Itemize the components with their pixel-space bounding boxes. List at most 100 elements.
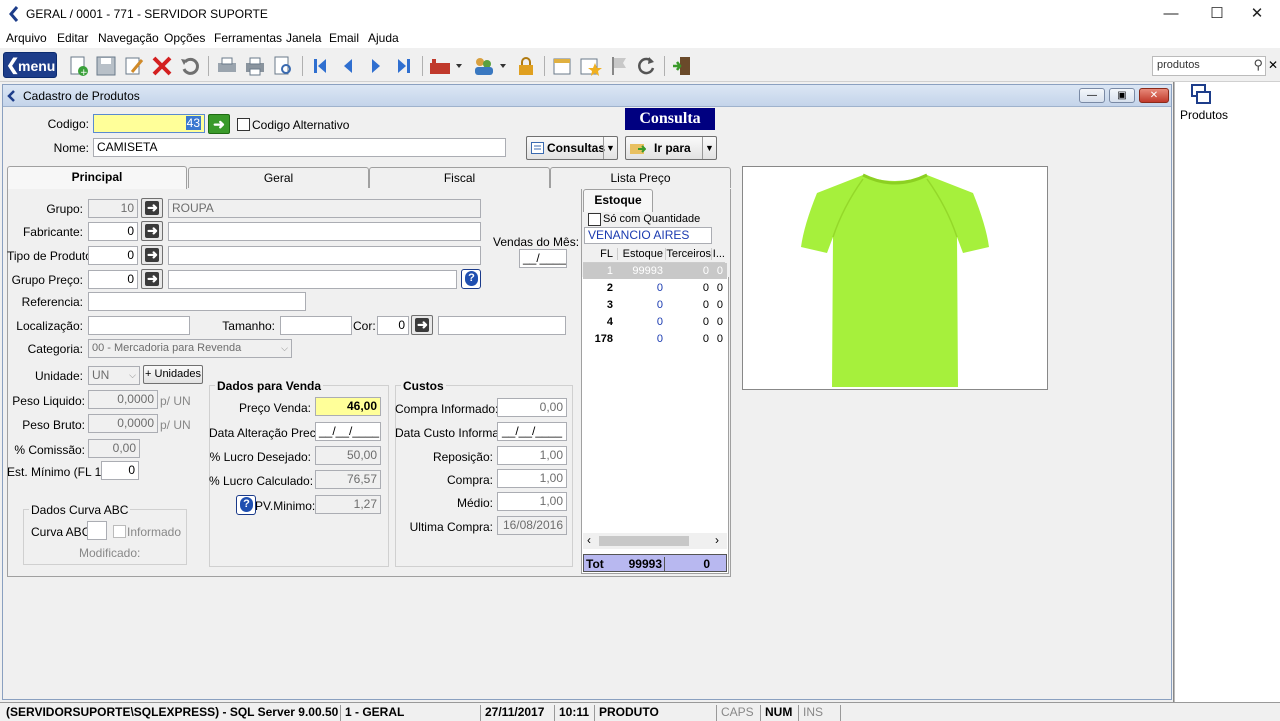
- codigo-alternativo-checkbox[interactable]: [237, 118, 250, 131]
- new-record-icon[interactable]: +: [66, 54, 90, 78]
- tab-geral[interactable]: Geral: [188, 167, 369, 188]
- produtos-label[interactable]: Produtos: [1180, 108, 1228, 122]
- grupo-preco-code-input[interactable]: 0: [88, 270, 138, 289]
- reposicao-input[interactable]: 1,00: [497, 446, 567, 465]
- ir-para-dropdown-icon[interactable]: ▼: [702, 137, 716, 159]
- minimize-button[interactable]: —: [1148, 2, 1194, 26]
- consultas-dropdown-icon[interactable]: ▼: [603, 137, 617, 159]
- windows-icon[interactable]: [1191, 84, 1213, 106]
- menu-ajuda[interactable]: Ajuda: [368, 31, 399, 45]
- categoria-select[interactable]: 00 - Mercadoria para Revenda ⌵: [88, 339, 292, 358]
- undo-icon[interactable]: [178, 54, 202, 78]
- grupo-code-input[interactable]: 10: [88, 199, 138, 218]
- close-button[interactable]: ✕: [1234, 2, 1280, 26]
- fabricante-code-input[interactable]: 0: [88, 222, 138, 241]
- print-icon[interactable]: [243, 54, 267, 78]
- tab-principal[interactable]: Principal: [7, 166, 187, 189]
- col-fl[interactable]: FL: [583, 248, 613, 260]
- curva-abc-input[interactable]: [87, 521, 107, 540]
- menu-janela[interactable]: Janela: [286, 31, 321, 45]
- col-terceiros[interactable]: Terceiros: [665, 248, 711, 260]
- preco-venda-input[interactable]: 46,00: [315, 397, 381, 416]
- scroll-left-icon[interactable]: ‹: [587, 533, 591, 547]
- first-record-icon[interactable]: [308, 54, 332, 78]
- tab-lista-preco[interactable]: Lista Preço: [550, 167, 731, 188]
- menu-editar[interactable]: Editar: [57, 31, 88, 45]
- save-icon[interactable]: [94, 54, 118, 78]
- notes-icon[interactable]: [550, 54, 574, 78]
- table-row[interactable]: 178 0 0 0: [583, 331, 727, 347]
- lock-icon[interactable]: [514, 54, 538, 78]
- codigo-input[interactable]: 43: [93, 114, 205, 133]
- compra-informado-input[interactable]: 0,00: [497, 398, 567, 417]
- unidades-button[interactable]: + Unidades: [143, 365, 203, 384]
- company-icon[interactable]: [428, 54, 464, 78]
- consultas-button[interactable]: Consultas ▼: [526, 136, 618, 160]
- cor-code-input[interactable]: 0: [377, 316, 409, 335]
- delete-icon[interactable]: [150, 54, 174, 78]
- peso-bruto-input[interactable]: 0,0000: [88, 414, 158, 433]
- tamanho-input[interactable]: [280, 316, 352, 335]
- table-row[interactable]: 2 0 0 0: [583, 280, 727, 296]
- est-minimo-input[interactable]: 0: [101, 461, 139, 480]
- cor-lookup-button[interactable]: ➜: [411, 315, 433, 335]
- next-record-icon[interactable]: [364, 54, 388, 78]
- medio-input[interactable]: 1,00: [497, 492, 567, 511]
- data-custo-input[interactable]: __/__/____: [497, 422, 567, 441]
- search-input[interactable]: produtos ⚲: [1152, 56, 1266, 76]
- child-close-button[interactable]: ✕: [1139, 88, 1169, 103]
- child-restore-button[interactable]: ▣: [1109, 88, 1135, 103]
- table-row[interactable]: 1 99993 0 0: [583, 263, 727, 279]
- close-search-icon[interactable]: ✕: [1268, 58, 1278, 72]
- scroll-right-icon[interactable]: ›: [715, 533, 719, 547]
- last-record-icon[interactable]: [392, 54, 416, 78]
- codigo-go-button[interactable]: ➜: [208, 114, 230, 134]
- menu-navegacao[interactable]: Navegação: [98, 31, 159, 45]
- search-icon[interactable]: ⚲: [1253, 57, 1263, 73]
- table-row[interactable]: 3 0 0 0: [583, 297, 727, 313]
- tab-fiscal[interactable]: Fiscal: [369, 167, 550, 188]
- lucro-desejado-input[interactable]: 50,00: [315, 446, 381, 465]
- unidade-select[interactable]: UN ⌵: [88, 366, 140, 385]
- previous-record-icon[interactable]: [336, 54, 360, 78]
- pv-minimo-help-icon[interactable]: [236, 495, 256, 515]
- main-menu-button[interactable]: ❮ menu: [3, 52, 57, 78]
- so-quantidade-checkbox[interactable]: [588, 213, 601, 226]
- tipo-produto-lookup-button[interactable]: ➜: [141, 245, 163, 265]
- informado-checkbox[interactable]: [113, 525, 126, 538]
- comissao-input[interactable]: 0,00: [88, 439, 140, 458]
- grupo-lookup-button[interactable]: ➜: [141, 198, 163, 218]
- menu-arquivo[interactable]: Arquivo: [6, 31, 47, 45]
- scroll-thumb[interactable]: [599, 536, 689, 546]
- grupo-preco-lookup-button[interactable]: ➜: [141, 269, 163, 289]
- referencia-input[interactable]: [88, 292, 306, 311]
- exit-icon[interactable]: [670, 54, 694, 78]
- menu-email[interactable]: Email: [329, 31, 359, 45]
- flag-icon[interactable]: [606, 54, 630, 78]
- nome-input[interactable]: CAMISETA: [93, 138, 506, 157]
- status-modulo: PRODUTO: [594, 705, 714, 721]
- edit-icon[interactable]: [122, 54, 146, 78]
- zoom-document-icon[interactable]: [271, 54, 295, 78]
- vendas-mes-input[interactable]: __/____: [519, 249, 567, 268]
- tipo-produto-code-input[interactable]: 0: [88, 246, 138, 265]
- ir-para-button[interactable]: Ir para ▼: [625, 136, 717, 160]
- tab-estoque[interactable]: Estoque: [583, 189, 653, 212]
- peso-liquido-input[interactable]: 0,0000: [88, 390, 158, 409]
- grupo-preco-help-icon[interactable]: [461, 269, 481, 289]
- data-alteracao-input[interactable]: __/__/____: [315, 422, 381, 441]
- col-i[interactable]: I...: [711, 248, 725, 260]
- favorites-icon[interactable]: [578, 54, 602, 78]
- compra-input[interactable]: 1,00: [497, 469, 567, 488]
- localizacao-input[interactable]: [88, 316, 190, 335]
- menu-ferramentas[interactable]: Ferramentas: [214, 31, 282, 45]
- print-preview-icon[interactable]: [215, 54, 239, 78]
- col-estoque[interactable]: Estoque: [617, 248, 663, 260]
- table-row[interactable]: 4 0 0 0: [583, 314, 727, 330]
- menu-opcoes[interactable]: Opções: [164, 31, 205, 45]
- users-icon[interactable]: [472, 54, 508, 78]
- fabricante-lookup-button[interactable]: ➜: [141, 221, 163, 241]
- child-minimize-button[interactable]: —: [1079, 88, 1105, 103]
- estoque-horizontal-scrollbar[interactable]: ‹ ›: [583, 533, 727, 549]
- refresh-icon[interactable]: [634, 54, 658, 78]
